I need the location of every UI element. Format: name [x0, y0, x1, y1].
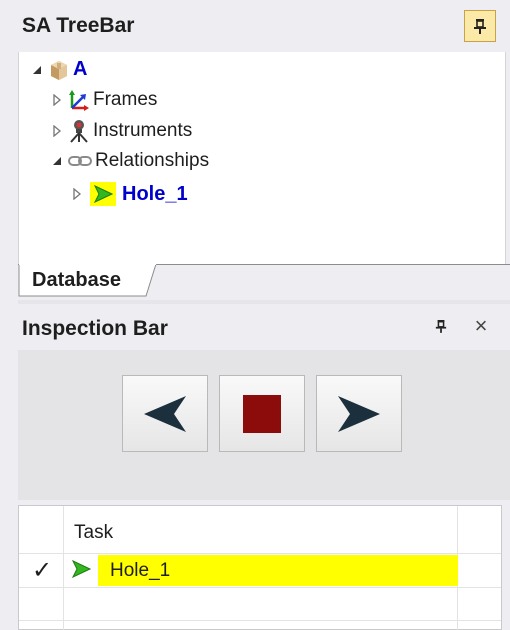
tree-node-relationships[interactable]: Relationships [50, 150, 209, 172]
inspection-pin-button[interactable] [430, 315, 452, 337]
tree-node-instruments-label: Instruments [93, 120, 193, 141]
stop-button[interactable] [219, 375, 305, 452]
close-icon: × [474, 313, 488, 338]
arrow-left-icon [144, 395, 186, 432]
collapse-icon[interactable] [30, 63, 44, 77]
inspection-close-button[interactable]: × [470, 313, 492, 338]
chain-link-icon [68, 154, 92, 168]
previous-button[interactable] [122, 375, 208, 452]
green-arrow-icon [90, 182, 116, 206]
collapse-icon[interactable] [50, 154, 64, 168]
axes-icon [68, 89, 90, 111]
check-icon: ✓ [32, 557, 53, 584]
inspection-bar-title: Inspection Bar [22, 317, 168, 340]
grid-line [19, 620, 501, 621]
tripod-icon [68, 119, 90, 143]
grid-line [63, 506, 64, 630]
next-button[interactable] [316, 375, 402, 452]
green-arrow-icon [70, 559, 92, 583]
tree-node-instruments[interactable]: Instruments [50, 119, 192, 143]
tree-node-hole-1[interactable]: Hole_1 [70, 182, 188, 206]
grid-line [19, 587, 501, 588]
grid-line [19, 553, 501, 554]
tree-node-frames-label: Frames [93, 89, 158, 110]
treebar-title: SA TreeBar [22, 14, 135, 37]
tree-node-root-label: A [73, 58, 88, 80]
stop-icon [243, 394, 281, 433]
tab-database-label: Database [32, 269, 121, 291]
expand-icon[interactable] [50, 124, 64, 138]
pin-icon [435, 320, 447, 333]
panel-divider [18, 300, 510, 304]
pin-icon [474, 19, 486, 34]
tree-node-frames[interactable]: Frames [50, 89, 157, 111]
tree-node-root[interactable]: A [30, 58, 87, 81]
task-column-header[interactable]: Task [74, 522, 113, 544]
expand-icon[interactable] [50, 93, 64, 107]
arrow-right-icon [338, 395, 380, 432]
tree-node-hole-1-label: Hole_1 [122, 182, 188, 205]
treebar-pin-button[interactable] [464, 10, 496, 42]
task-row-label[interactable]: Hole_1 [110, 560, 170, 582]
box-icon [48, 59, 70, 81]
expand-icon[interactable] [70, 187, 84, 201]
tree-node-relationships-label: Relationships [95, 150, 210, 171]
